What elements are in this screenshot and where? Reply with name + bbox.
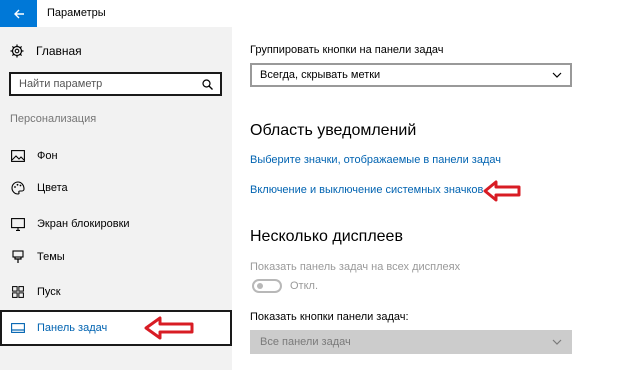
group-buttons-label: Группировать кнопки на панели задач	[250, 44, 444, 56]
sidebar-item-taskbar[interactable]: Панель задач	[0, 310, 232, 346]
dropdown-value: Всегда, скрывать метки	[260, 69, 381, 81]
show-buttons-dropdown[interactable]: Все панели задач	[250, 330, 572, 354]
main-panel: Группировать кнопки на панели задач Всег…	[232, 27, 623, 370]
sidebar-item-themes[interactable]: Темы	[0, 244, 232, 270]
select-icons-link[interactable]: Выберите значки, отображаемые в панели з…	[250, 154, 501, 166]
show-taskbar-all-toggle[interactable]	[252, 279, 282, 293]
sidebar-item-start[interactable]: Пуск	[0, 279, 232, 305]
toggle-state-label: Откл.	[290, 280, 319, 292]
picture-icon	[11, 149, 25, 163]
home-label: Главная	[36, 44, 82, 58]
sidebar-item-background[interactable]: Фон	[0, 143, 232, 169]
chevron-down-icon	[552, 339, 562, 345]
toggle-knob	[257, 283, 263, 289]
annotation-arrow-icon	[483, 180, 521, 202]
dropdown-value: Все панели задач	[260, 336, 351, 348]
search-icon	[202, 79, 213, 90]
sidebar-item-label: Цвета	[37, 182, 68, 194]
sidebar-home[interactable]: Главная	[10, 41, 82, 61]
chevron-down-icon	[552, 72, 562, 78]
system-icons-link[interactable]: Включение и выключение системных значков	[250, 184, 483, 196]
search-placeholder: Найти параметр	[19, 78, 103, 90]
notification-area-heading: Область уведомлений	[250, 122, 417, 139]
sidebar-item-label: Фон	[37, 150, 58, 162]
group-buttons-dropdown[interactable]: Всегда, скрывать метки	[250, 63, 572, 87]
show-taskbar-all-label: Показать панель задач на всех дисплеях	[250, 261, 461, 273]
multiple-displays-heading: Несколько дисплеев	[250, 228, 403, 245]
taskbar-icon	[11, 321, 25, 335]
brush-icon	[11, 250, 25, 264]
sidebar: Главная Найти параметр Персонализация Фо…	[0, 27, 232, 370]
annotation-arrow-icon	[144, 316, 194, 340]
sidebar-item-label: Темы	[37, 251, 65, 263]
show-buttons-label: Показать кнопки панели задач:	[250, 311, 409, 323]
start-grid-icon	[11, 285, 25, 299]
window-title: Параметры	[47, 7, 106, 19]
sidebar-item-colors[interactable]: Цвета	[0, 175, 232, 201]
palette-icon	[11, 181, 25, 195]
back-button[interactable]	[0, 0, 37, 27]
gear-icon	[10, 44, 24, 58]
section-label: Персонализация	[10, 113, 97, 125]
sidebar-item-label: Пуск	[37, 286, 61, 298]
monitor-icon	[11, 217, 25, 231]
sidebar-item-label: Экран блокировки	[37, 218, 130, 230]
sidebar-item-label: Панель задач	[37, 322, 108, 334]
search-input[interactable]: Найти параметр	[9, 72, 222, 96]
title-bar: Параметры	[0, 0, 623, 27]
sidebar-item-lock-screen[interactable]: Экран блокировки	[0, 211, 232, 237]
back-arrow-icon	[13, 9, 24, 18]
